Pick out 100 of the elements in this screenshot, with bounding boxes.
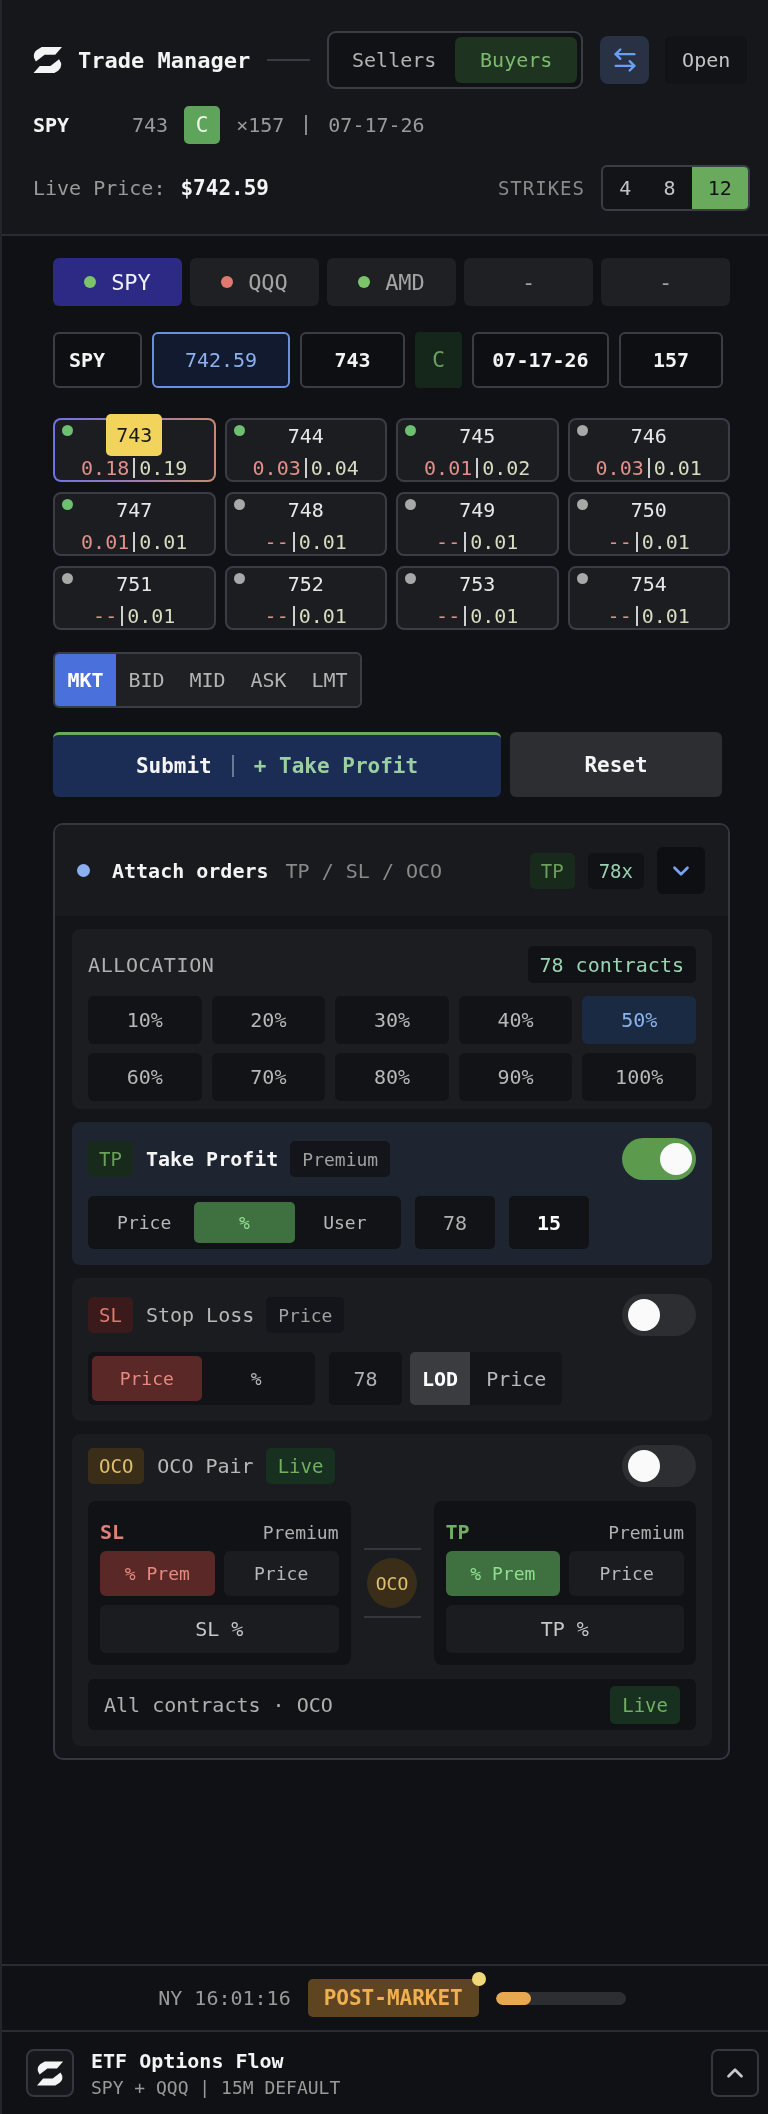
strike-price: 748: [287, 497, 324, 523]
collapse-button[interactable]: [711, 2049, 759, 2097]
contract-strike: 743: [132, 113, 169, 137]
percent-field[interactable]: SL %: [100, 1605, 339, 1653]
order-type-tab[interactable]: BID: [116, 654, 177, 706]
ask-price: 0.02: [482, 456, 531, 480]
oco-summary-text: All contracts · OCO: [104, 1692, 333, 1717]
percent-field[interactable]: TP %: [445, 1605, 684, 1653]
mode-option[interactable]: Price: [92, 1356, 202, 1401]
strike-price: 743: [106, 414, 163, 456]
strikes-option[interactable]: 4: [603, 167, 648, 209]
order-field[interactable]: SPY: [53, 332, 142, 388]
expand-button[interactable]: [657, 847, 705, 894]
ticker-tab[interactable]: -: [601, 258, 730, 306]
toggle-switch[interactable]: [622, 1294, 696, 1336]
strike-card[interactable]: 753 -- 0.01: [396, 566, 559, 630]
strike-price: 750: [630, 497, 667, 523]
order-field[interactable]: 743: [300, 332, 405, 388]
strike-card[interactable]: 754 -- 0.01: [567, 566, 730, 630]
toggle-switch[interactable]: [622, 1138, 696, 1180]
allocation-option[interactable]: 70%: [211, 1053, 326, 1101]
leg-option[interactable]: Price: [223, 1551, 339, 1596]
bid-price: --: [607, 604, 632, 628]
mode-option[interactable]: %: [201, 1356, 311, 1401]
order-type-tab[interactable]: MKT: [55, 654, 116, 706]
contracts-field[interactable]: 78: [415, 1196, 495, 1249]
tp-badge: TP: [88, 1141, 133, 1177]
app-title: Trade Manager: [78, 47, 251, 73]
ask-price: 0.01: [470, 604, 519, 628]
strike-price: 751: [116, 571, 153, 597]
ticker-tab[interactable]: QQQ: [190, 258, 319, 306]
strike-card[interactable]: 744 0.03 0.04: [224, 418, 387, 482]
strikes-option[interactable]: 8: [647, 167, 692, 209]
leg-option[interactable]: Price: [569, 1551, 684, 1596]
allocation-option[interactable]: 100%: [582, 1053, 696, 1101]
ticker-tab[interactable]: -: [464, 258, 593, 306]
order-type-tab[interactable]: LMT: [299, 654, 360, 706]
ticker-tab[interactable]: SPY: [53, 258, 182, 306]
strike-card[interactable]: 752 -- 0.01: [224, 566, 387, 630]
strike-card[interactable]: 751 -- 0.01: [53, 566, 216, 630]
leg-option[interactable]: % Prem: [100, 1551, 215, 1596]
live-badge: Live: [610, 1685, 680, 1724]
allocation-option[interactable]: 60%: [88, 1053, 202, 1101]
strikes-label: STRIKES: [497, 177, 585, 199]
contracts-field[interactable]: 78: [329, 1352, 402, 1405]
tp-badge: TP: [529, 852, 575, 889]
order-field[interactable]: 07-17-26: [472, 332, 609, 388]
value-field[interactable]: 15: [509, 1196, 589, 1249]
toggle-switch[interactable]: [622, 1445, 696, 1487]
order-field[interactable]: 157: [619, 332, 723, 388]
order-field[interactable]: 742.59: [152, 332, 290, 388]
bid-price: --: [93, 604, 118, 628]
submit-button[interactable]: Submit + Take Profit: [53, 732, 501, 797]
indicator-dot-icon: [471, 1972, 486, 1986]
allocation-option[interactable]: 80%: [335, 1053, 449, 1101]
side-tab[interactable]: Buyers: [455, 37, 578, 83]
live-price-label: Live Price:: [33, 176, 166, 200]
strike-card[interactable]: 745 0.01 0.02: [396, 418, 559, 482]
allocation-option[interactable]: 90%: [458, 1053, 573, 1101]
option-type-button[interactable]: C: [415, 332, 462, 388]
anchor-option[interactable]: Price: [470, 1352, 563, 1405]
mode-option[interactable]: Price: [94, 1202, 195, 1243]
sl-badge: SL: [88, 1297, 133, 1333]
live-price-value: $742.59: [180, 176, 269, 200]
stop-loss-title: Stop Loss: [145, 1303, 255, 1327]
allocation-option[interactable]: 50%: [582, 996, 696, 1044]
reset-button[interactable]: Reset: [510, 732, 722, 797]
mode-option[interactable]: User: [294, 1202, 395, 1243]
contracts-badge: 78 contracts: [527, 946, 696, 983]
strike-card[interactable]: 748 -- 0.01: [224, 492, 387, 556]
leg-label: SL: [100, 1520, 125, 1544]
leg-mode: Premium: [608, 1521, 684, 1543]
ask-price: 0.01: [641, 604, 690, 628]
order-type-tab[interactable]: ASK: [238, 654, 299, 706]
ticker-tab[interactable]: AMD: [327, 258, 456, 306]
ask-price: 0.01: [653, 456, 702, 480]
side-tab[interactable]: Sellers: [333, 37, 456, 83]
allocation-option[interactable]: 30%: [335, 996, 449, 1044]
allocation-option[interactable]: 40%: [458, 996, 573, 1044]
leg-option[interactable]: % Prem: [445, 1551, 561, 1596]
strike-card[interactable]: 747 0.01 0.01: [53, 492, 216, 556]
oco-badge: OCO: [88, 1448, 145, 1484]
contract-quantity: ×157: [236, 113, 285, 137]
anchor-option[interactable]: LOD: [410, 1352, 471, 1405]
allocation-option[interactable]: 10%: [88, 996, 202, 1044]
strike-card[interactable]: 750 -- 0.01: [567, 492, 730, 556]
ask-price: 0.01: [641, 530, 690, 554]
open-button[interactable]: Open: [665, 36, 748, 84]
count-badge: 78x: [587, 852, 644, 889]
mode-option[interactable]: %: [194, 1202, 295, 1243]
market-clock: NY 16:01:16: [158, 1986, 291, 2010]
allocation-option[interactable]: 20%: [211, 996, 326, 1044]
swap-button[interactable]: [600, 36, 650, 84]
strike-card[interactable]: 749 -- 0.01: [396, 492, 559, 556]
strike-card[interactable]: 746 0.03 0.01: [567, 418, 730, 482]
strikes-option[interactable]: 12: [691, 167, 748, 209]
panel-subtitle: TP / SL / OCO: [285, 858, 443, 883]
order-type-tab[interactable]: MID: [177, 654, 238, 706]
ask-price: 0.01: [298, 604, 347, 628]
live-badge: Live: [265, 1448, 336, 1484]
